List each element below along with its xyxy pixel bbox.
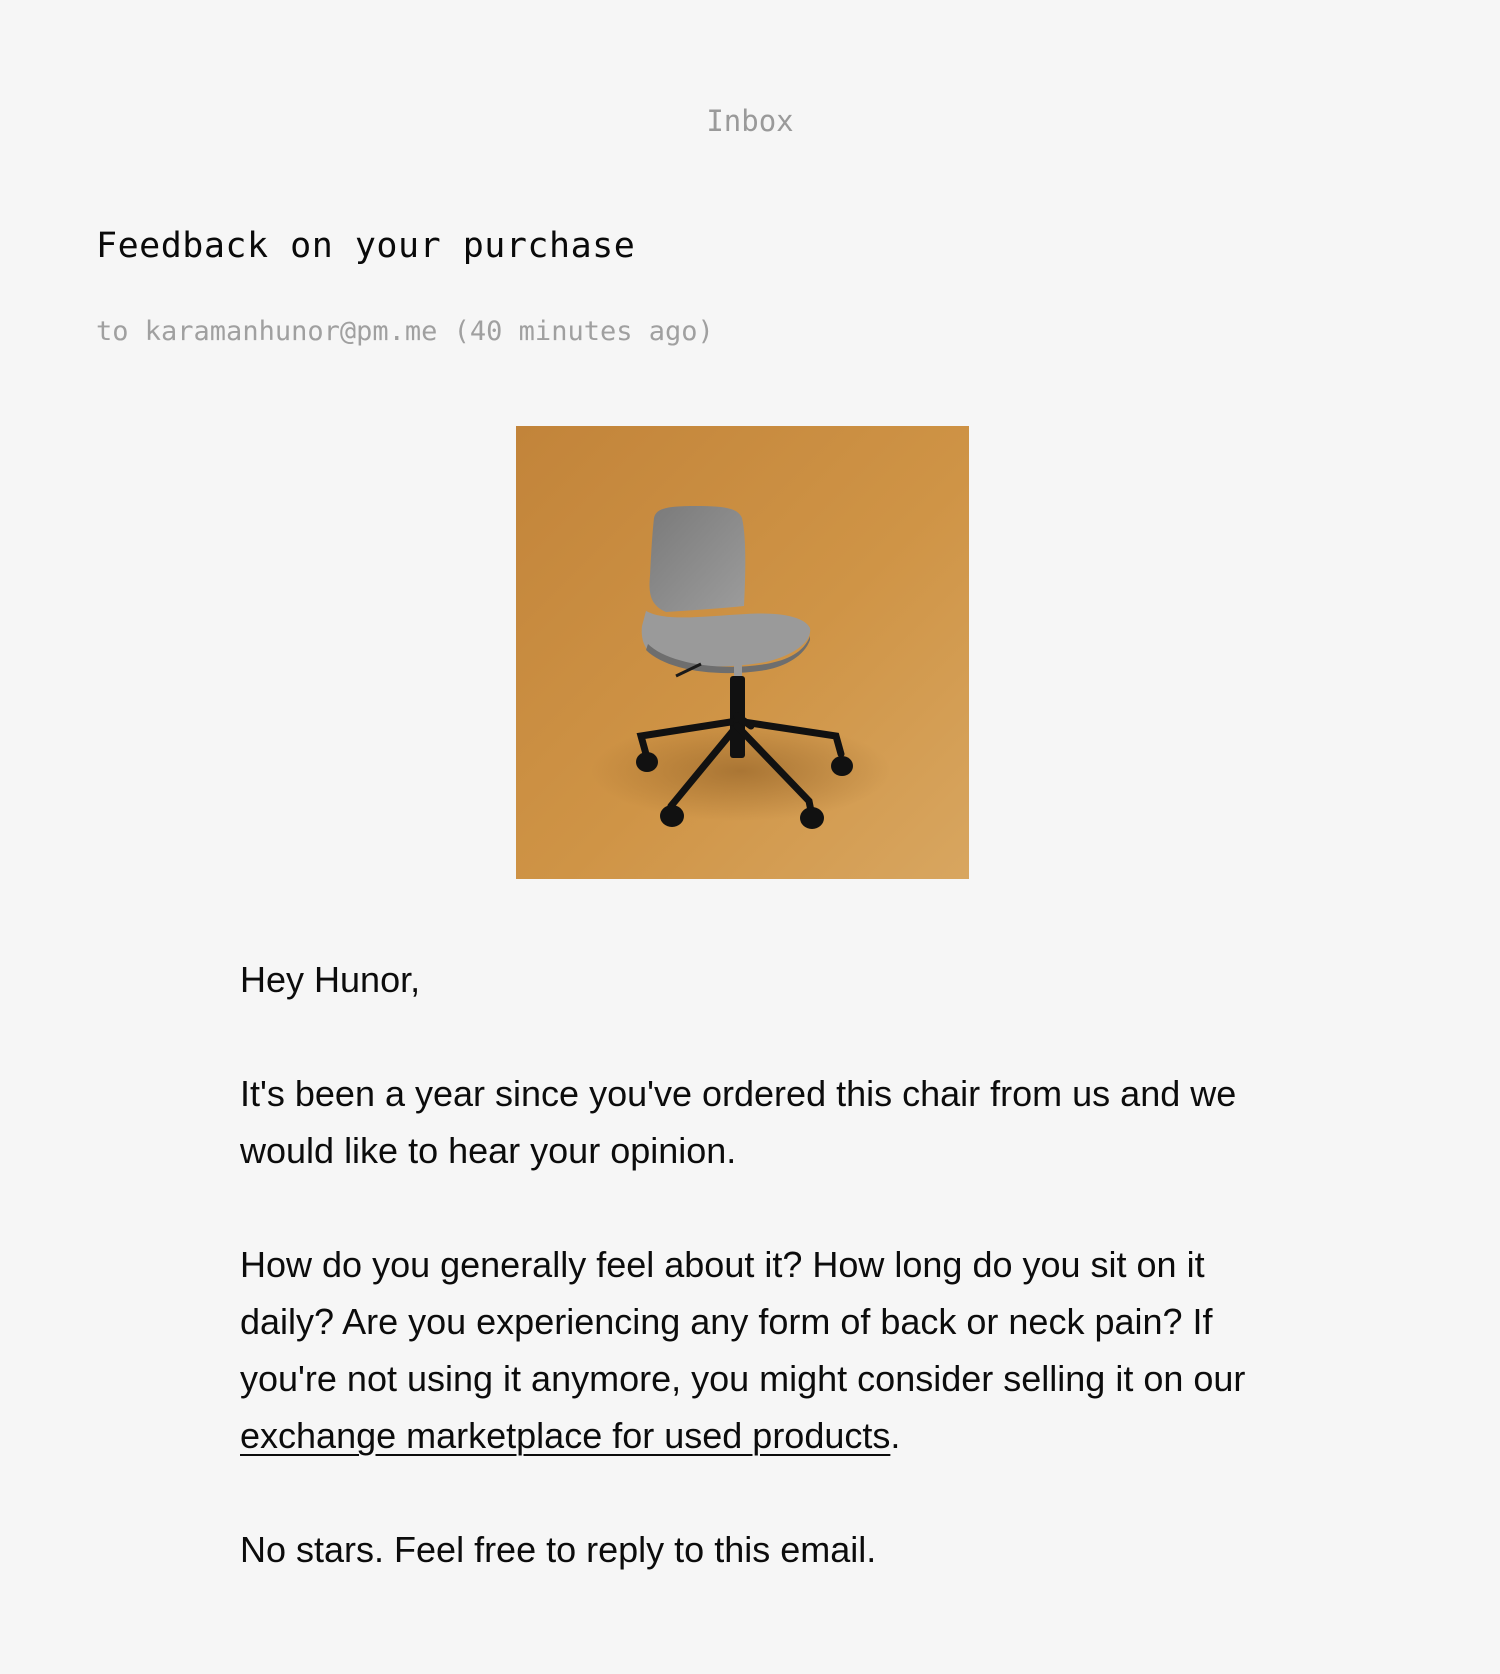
chair-illustration: [516, 426, 969, 879]
closing-line: No stars. Feel free to reply to this ema…: [240, 1529, 877, 1570]
email-subject: Feedback on your purchase: [96, 226, 636, 266]
marketplace-link[interactable]: exchange marketplace for used products: [240, 1415, 890, 1456]
paragraph-questions-text: How do you generally feel about it? How …: [240, 1244, 1246, 1399]
greeting: Hey Hunor,: [240, 959, 421, 1000]
inbox-link[interactable]: Inbox: [0, 103, 1500, 139]
timestamp: (40 minutes ago): [453, 316, 714, 347]
paragraph-questions: How do you generally feel about it? How …: [240, 1236, 1270, 1464]
paragraph-intro: It's been a year since you've ordered th…: [240, 1073, 1237, 1171]
recipient-address: karamanhunor@pm.me: [144, 316, 438, 347]
product-image: [516, 426, 969, 879]
recipient-prefix: to: [96, 316, 129, 347]
email-meta: to karamanhunor@pm.me (40 minutes ago): [96, 313, 714, 351]
paragraph-questions-end: .: [890, 1415, 901, 1456]
